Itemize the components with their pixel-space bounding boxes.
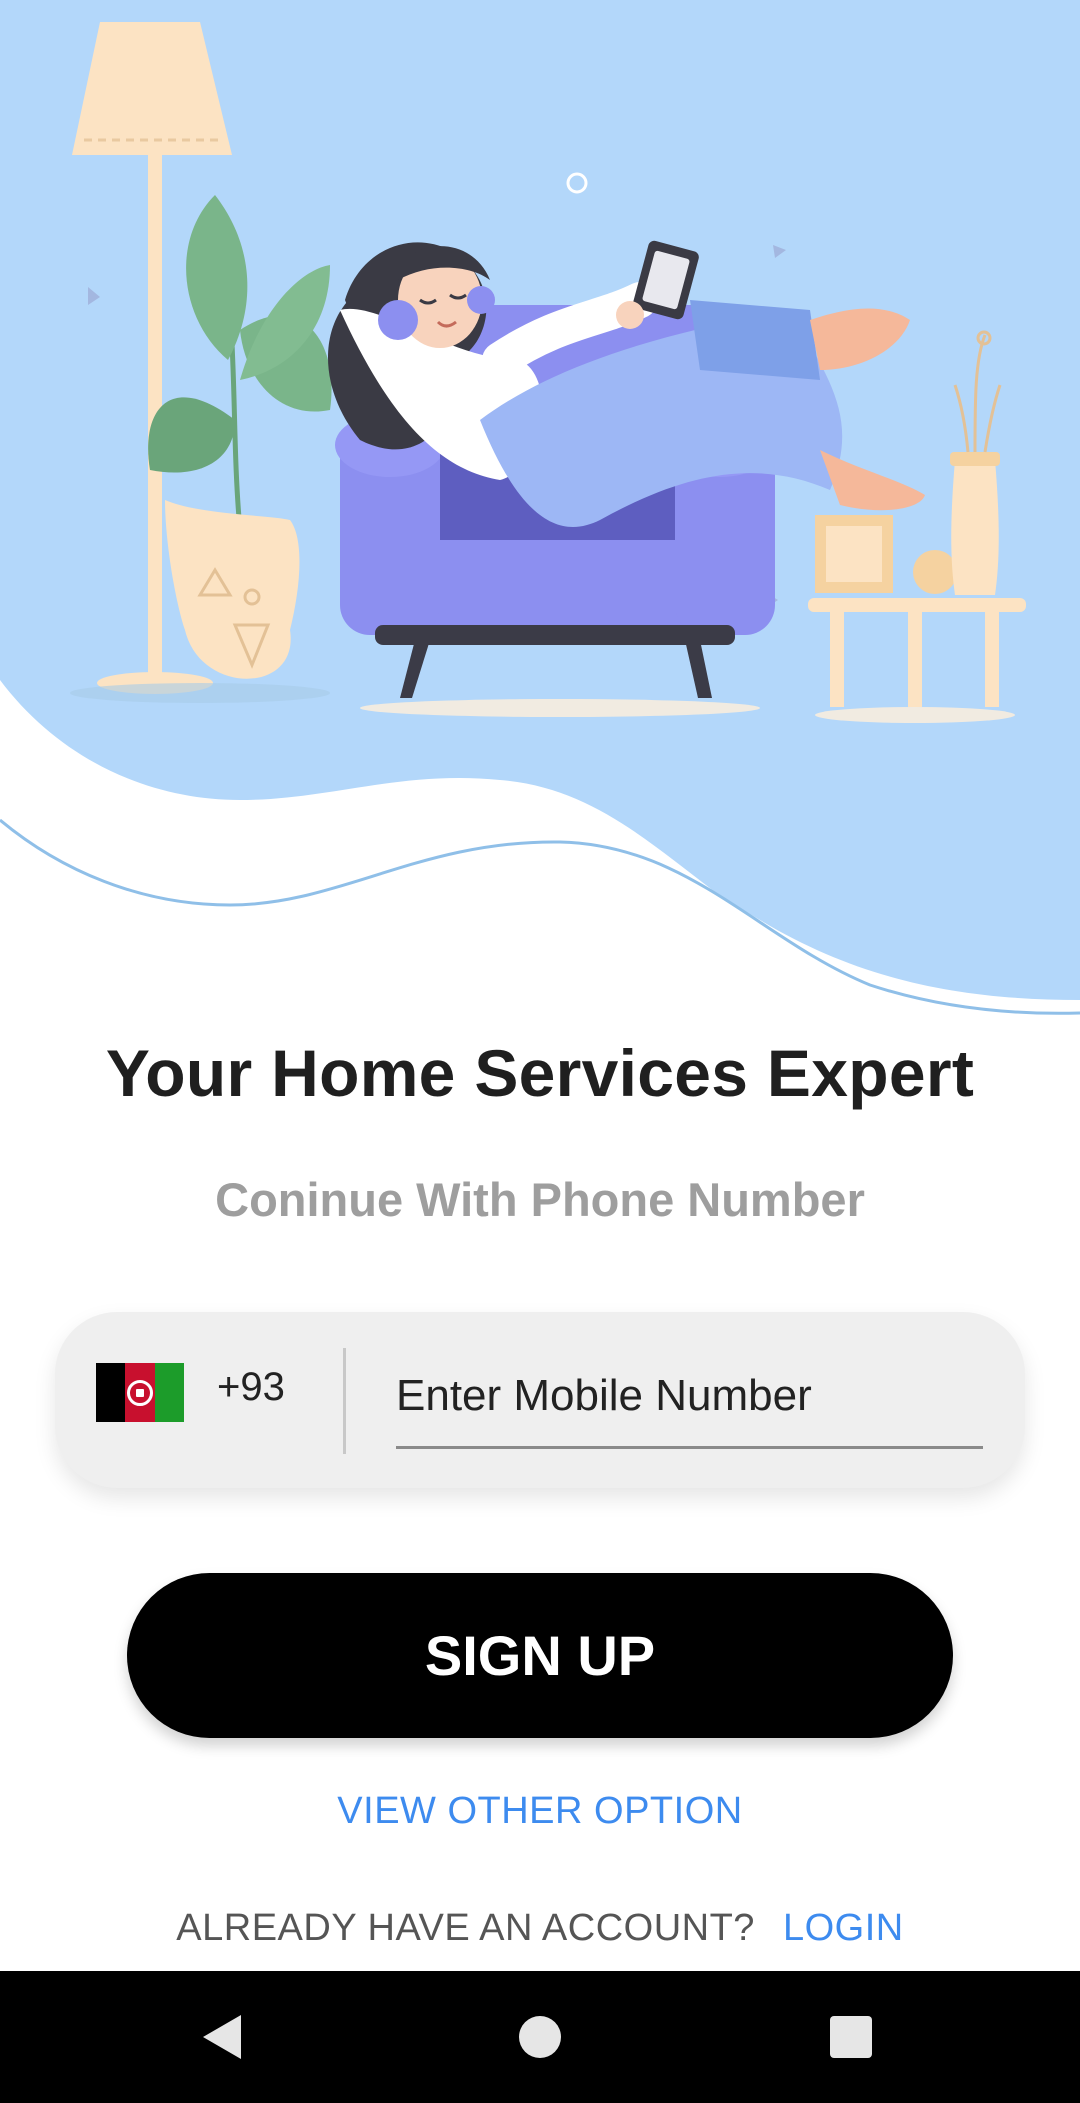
back-triangle-icon[interactable] — [203, 2015, 241, 2059]
login-link[interactable]: LOGIN — [783, 1907, 904, 1949]
view-other-option-link[interactable]: VIEW OTHER OPTION — [0, 1790, 1080, 1833]
phone-input-card: +93 — [55, 1312, 1025, 1488]
login-prompt-row: ALREADY HAVE AN ACCOUNT? LOGIN — [0, 1907, 1080, 1950]
login-screen: Your Home Services Expert Coninue With P… — [0, 0, 1080, 2103]
account-question: ALREADY HAVE AN ACCOUNT? — [176, 1907, 755, 1949]
signup-button[interactable]: SIGN UP — [127, 1573, 953, 1738]
page-subtitle: Coninue With Phone Number — [215, 1173, 865, 1226]
input-divider — [343, 1348, 346, 1454]
recents-square-icon[interactable] — [830, 2016, 872, 2058]
page-title: Your Home Services Expert — [105, 1036, 975, 1110]
country-dial-code[interactable]: +93 — [217, 1365, 285, 1410]
afghanistan-flag-icon[interactable] — [96, 1363, 184, 1422]
system-navigation-bar — [0, 1971, 1080, 2103]
home-circle-icon[interactable] — [519, 2016, 561, 2058]
mobile-number-input[interactable] — [396, 1352, 983, 1449]
hero-illustration — [0, 0, 1080, 1020]
